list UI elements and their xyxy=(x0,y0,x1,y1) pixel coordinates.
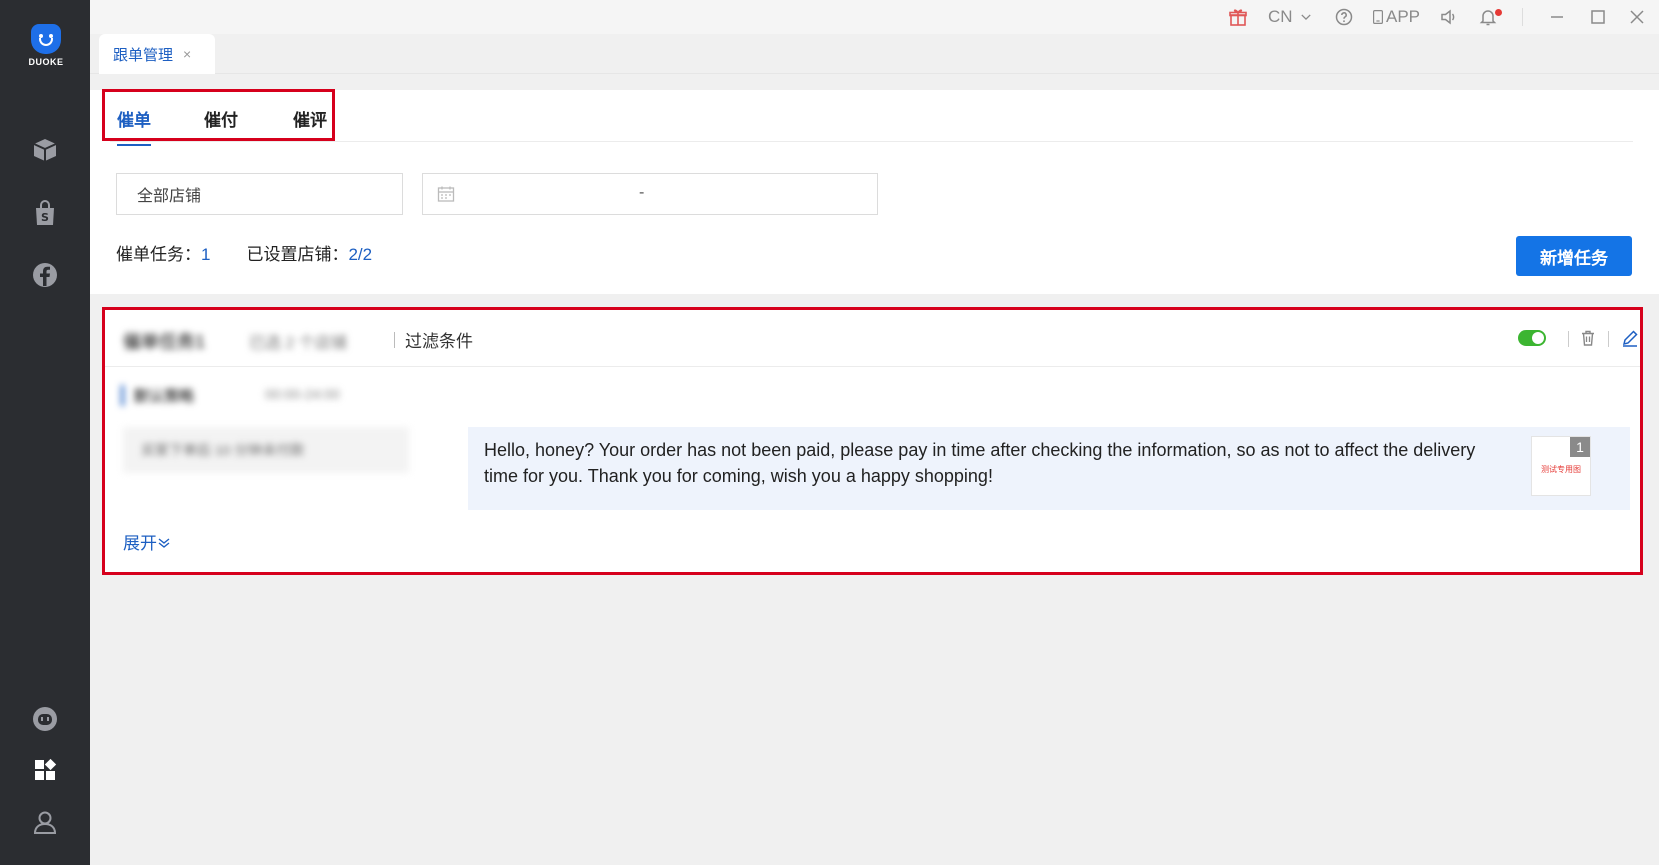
notification-bell-icon[interactable] xyxy=(1478,6,1502,28)
add-task-button[interactable]: 新增任务 xyxy=(1516,236,1632,276)
strategy-time: 00:00-24:00 xyxy=(265,386,340,402)
task-count-label: 催单任务： xyxy=(116,245,201,264)
minimize-icon[interactable] xyxy=(1547,6,1567,28)
box-icon[interactable] xyxy=(27,132,63,168)
store-select-value: 全部店铺 xyxy=(137,188,202,205)
tabs-highlight-outline xyxy=(102,89,335,141)
phone-icon xyxy=(1373,10,1383,24)
close-icon[interactable]: × xyxy=(183,46,191,62)
sub-tabs: 催单 催付 催评 xyxy=(110,90,1633,146)
strategy-label: 默认策略 xyxy=(121,385,194,406)
gift-icon[interactable] xyxy=(1228,6,1248,28)
task-meta: 已选 2 个店铺 xyxy=(249,335,347,352)
message-text: Hello, honey? Your order has not been pa… xyxy=(484,440,1476,486)
task-card-header: 催单任务1 已选 2 个店铺 过滤条件 xyxy=(105,310,1640,367)
close-window-icon[interactable] xyxy=(1627,6,1647,28)
edit-pencil-icon[interactable] xyxy=(1620,328,1640,348)
facebook-icon[interactable] xyxy=(27,257,63,293)
title-bar: CN APP xyxy=(90,0,1659,34)
main-panel: 催单 催付 催评 全部店铺 - 催单任务：1 已设置店铺：2/2 新增任务 xyxy=(90,89,1659,294)
tab-label: 跟单管理 xyxy=(113,46,174,64)
double-chevron-down-icon xyxy=(158,538,170,548)
language-select[interactable]: CN xyxy=(1268,6,1313,28)
app-download-button[interactable]: APP xyxy=(1370,6,1420,28)
filter-conditions-label[interactable]: 过滤条件 xyxy=(405,327,473,352)
task-count-stat: 催单任务：1 xyxy=(116,240,210,265)
condition-box: 买家下单后 10 分钟未付款 xyxy=(123,427,409,473)
maximize-icon[interactable] xyxy=(1588,6,1608,28)
app-label: APP xyxy=(1386,7,1421,26)
message-image-thumbnail[interactable]: 1 测试专用图 xyxy=(1531,436,1591,496)
logo-text: DUOKE xyxy=(28,57,64,67)
store-count-stat: 已设置店铺：2/2 xyxy=(246,240,372,265)
page-tab-strip: 跟单管理 × xyxy=(90,34,1659,74)
robot-icon[interactable] xyxy=(27,700,63,736)
notification-dot xyxy=(1495,9,1502,16)
task-enabled-toggle[interactable] xyxy=(1518,330,1546,346)
task-name: 催单任务1 xyxy=(123,332,206,352)
app-logo[interactable]: DUOKE xyxy=(26,24,66,67)
apps-icon[interactable] xyxy=(27,752,63,788)
divider xyxy=(394,332,395,348)
stats-row: 催单任务：1 已设置店铺：2/2 xyxy=(116,240,372,265)
shop-bag-icon[interactable]: S xyxy=(27,195,63,231)
user-icon[interactable] xyxy=(27,804,63,840)
condition-text: 买家下单后 10 分钟未付款 xyxy=(141,442,305,458)
date-range-separator: - xyxy=(639,184,645,201)
duoke-logo-icon xyxy=(31,24,61,54)
image-count-badge: 1 xyxy=(1570,437,1590,457)
store-count-value: 2/2 xyxy=(348,245,373,264)
task-count-value: 1 xyxy=(201,245,211,264)
thumbnail-caption: 测试专用图 xyxy=(1541,465,1581,474)
divider xyxy=(1608,331,1609,347)
task-card: 催单任务1 已选 2 个店铺 过滤条件 默认策略 00:00-24:00 买家下… xyxy=(102,307,1643,575)
chevron-down-icon xyxy=(1300,14,1311,20)
divider xyxy=(1568,331,1569,347)
calendar-icon xyxy=(437,186,455,202)
svg-text:S: S xyxy=(41,211,49,224)
message-box: Hello, honey? Your order has not been pa… xyxy=(468,427,1630,510)
tab-order-tracking[interactable]: 跟单管理 × xyxy=(99,34,215,74)
sidebar: DUOKE S xyxy=(0,0,90,865)
store-count-label: 已设置店铺： xyxy=(246,245,349,264)
speaker-icon[interactable] xyxy=(1439,6,1459,28)
store-select[interactable]: 全部店铺 xyxy=(116,173,403,215)
date-range-picker[interactable]: - xyxy=(422,173,878,215)
divider xyxy=(1522,8,1523,26)
help-icon[interactable] xyxy=(1334,6,1354,28)
expand-label: 展开 xyxy=(123,534,157,553)
expand-link[interactable]: 展开 xyxy=(123,529,171,554)
trash-icon[interactable] xyxy=(1578,328,1598,348)
language-label: CN xyxy=(1268,7,1293,26)
